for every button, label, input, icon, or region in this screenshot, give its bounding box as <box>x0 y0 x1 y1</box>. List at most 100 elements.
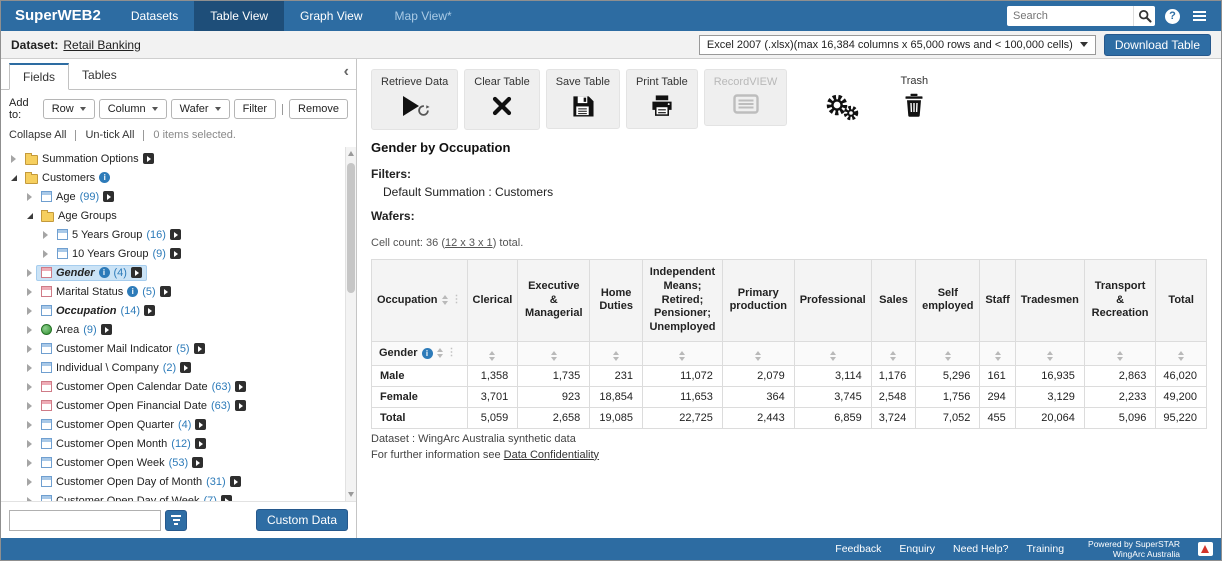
add-to-wafer-dropdown[interactable]: Wafer <box>171 99 230 119</box>
drag-handle-icon[interactable]: ⋮ <box>452 295 462 305</box>
expand-arrow-icon[interactable] <box>39 250 52 258</box>
sort-column-self-employed[interactable] <box>916 341 980 365</box>
scroll-up-icon[interactable] <box>348 151 354 156</box>
tree-scrollbar[interactable] <box>345 147 356 501</box>
info-icon[interactable]: i <box>127 286 138 297</box>
expand-arrow-icon[interactable] <box>23 459 36 467</box>
expand-arrow-icon[interactable] <box>7 155 20 163</box>
save-table-button[interactable]: Save Table <box>546 69 620 129</box>
sort-icon[interactable] <box>437 348 443 358</box>
tree-item-individual-company[interactable]: Individual \ Company(2) <box>1 358 342 377</box>
tree-item-customer-open-week[interactable]: Customer Open Week(53) <box>1 453 342 472</box>
search-icon[interactable] <box>1133 6 1155 26</box>
tab-fields[interactable]: Fields <box>9 63 69 90</box>
drilldown-icon[interactable] <box>101 324 112 335</box>
drilldown-icon[interactable] <box>143 153 154 164</box>
tree-item-age-groups[interactable]: Age Groups <box>1 206 342 225</box>
info-icon[interactable]: i <box>99 267 110 278</box>
field-filter-icon[interactable] <box>165 510 187 531</box>
col-header-staff[interactable]: Staff <box>980 260 1015 342</box>
nav-table-view[interactable]: Table View <box>194 1 284 31</box>
sort-column-independent-means-retired-pensioner-unemployed[interactable] <box>643 341 723 365</box>
expand-arrow-icon[interactable] <box>23 193 36 201</box>
collapse-arrow-icon[interactable] <box>23 213 36 219</box>
drilldown-icon[interactable] <box>170 248 181 259</box>
sort-column-sales[interactable] <box>871 341 916 365</box>
search-input[interactable] <box>1007 10 1133 22</box>
info-icon[interactable]: i <box>422 348 433 359</box>
drilldown-icon[interactable] <box>235 381 246 392</box>
download-table-button[interactable]: Download Table <box>1104 34 1211 56</box>
recordview-button[interactable]: RecordVIEW <box>704 69 788 126</box>
sort-column-icon[interactable] <box>551 351 557 361</box>
expand-arrow-icon[interactable] <box>23 497 36 502</box>
col-header-clerical[interactable]: Clerical <box>467 260 518 342</box>
help-icon[interactable]: ? <box>1165 9 1180 24</box>
info-icon[interactable]: i <box>99 172 110 183</box>
tree-item-gender[interactable]: Genderi(4) <box>1 263 342 282</box>
sort-column-icon[interactable] <box>613 351 619 361</box>
remove-button[interactable]: Remove <box>289 99 348 119</box>
tree-item-occupation[interactable]: Occupation(14) <box>1 301 342 320</box>
tree-item-summation-options[interactable]: Summation Options <box>1 149 342 168</box>
sort-column-staff[interactable] <box>980 341 1015 365</box>
drilldown-icon[interactable] <box>180 362 191 373</box>
data-confidentiality-link[interactable]: Data Confidentiality <box>504 449 599 461</box>
row-label[interactable]: Male <box>372 365 468 386</box>
add-to-column-dropdown[interactable]: Column <box>99 99 167 119</box>
collapse-sidebar-icon[interactable]: ‹ <box>344 65 349 79</box>
clear-table-button[interactable]: Clear Table <box>464 69 539 130</box>
print-table-button[interactable]: Print Table <box>626 69 698 129</box>
sort-column-primary-production[interactable] <box>722 341 794 365</box>
sort-column-home-duties[interactable] <box>590 341 643 365</box>
expand-arrow-icon[interactable] <box>23 326 36 334</box>
col-header-primary-production[interactable]: Primary production <box>722 260 794 342</box>
nav-graph-view[interactable]: Graph View <box>284 1 378 31</box>
col-header-home-duties[interactable]: Home Duties <box>590 260 643 342</box>
expand-arrow-icon[interactable] <box>23 364 36 372</box>
expand-arrow-icon[interactable] <box>23 478 36 486</box>
table-options-button[interactable] <box>815 69 869 132</box>
tree-item-customer-open-day-of-week[interactable]: Customer Open Day of Week(7) <box>1 491 342 501</box>
expand-arrow-icon[interactable] <box>23 421 36 429</box>
footer-link-training[interactable]: Training <box>1026 543 1064 555</box>
sort-column-icon[interactable] <box>755 351 761 361</box>
tree-item-customers[interactable]: Customersi <box>1 168 342 187</box>
add-to-row-dropdown[interactable]: Row <box>43 99 95 119</box>
drilldown-icon[interactable] <box>195 438 206 449</box>
footer-link-enquiry[interactable]: Enquiry <box>899 543 935 555</box>
sort-column-icon[interactable] <box>1047 351 1053 361</box>
footer-link-need-help[interactable]: Need Help? <box>953 543 1008 555</box>
sort-column-icon[interactable] <box>1178 351 1184 361</box>
sort-column-icon[interactable] <box>890 351 896 361</box>
sort-column-clerical[interactable] <box>467 341 518 365</box>
expand-arrow-icon[interactable] <box>23 345 36 353</box>
filter-button[interactable]: Filter <box>234 99 276 119</box>
sort-column-total[interactable] <box>1156 341 1207 365</box>
sort-icon[interactable] <box>442 295 448 305</box>
scrollbar-thumb[interactable] <box>347 163 355 293</box>
col-header-executive-managerial[interactable]: Executive & Managerial <box>518 260 590 342</box>
tree-item-customer-open-day-of-month[interactable]: Customer Open Day of Month(31) <box>1 472 342 491</box>
drag-handle-icon[interactable]: ⋮ <box>447 348 457 358</box>
tree-item-customer-open-calendar-date[interactable]: Customer Open Calendar Date(63) <box>1 377 342 396</box>
tree-item-customer-open-month[interactable]: Customer Open Month(12) <box>1 434 342 453</box>
sort-column-icon[interactable] <box>945 351 951 361</box>
drilldown-icon[interactable] <box>192 457 203 468</box>
expand-arrow-icon[interactable] <box>23 402 36 410</box>
col-header-independent-means-retired-pensioner-unemployed[interactable]: Independent Means; Retired; Pensioner; U… <box>643 260 723 342</box>
tree-item-marital-status[interactable]: Marital Statusi(5) <box>1 282 342 301</box>
hamburger-menu-icon[interactable] <box>1190 8 1209 24</box>
sort-column-professional[interactable] <box>794 341 871 365</box>
tree-item-area[interactable]: Area(9) <box>1 320 342 339</box>
col-header-tradesmen[interactable]: Tradesmen <box>1015 260 1084 342</box>
custom-data-button[interactable]: Custom Data <box>256 509 348 531</box>
expand-arrow-icon[interactable] <box>23 288 36 296</box>
drilldown-icon[interactable] <box>194 343 205 354</box>
row-dimension-header[interactable]: Genderi⋮ <box>372 341 468 365</box>
nav-map-view[interactable]: Map View* <box>379 1 468 31</box>
drilldown-icon[interactable] <box>195 419 206 430</box>
drilldown-icon[interactable] <box>103 191 114 202</box>
tree-item-customer-open-quarter[interactable]: Customer Open Quarter(4) <box>1 415 342 434</box>
col-header-transport-recreation[interactable]: Transport & Recreation <box>1084 260 1155 342</box>
